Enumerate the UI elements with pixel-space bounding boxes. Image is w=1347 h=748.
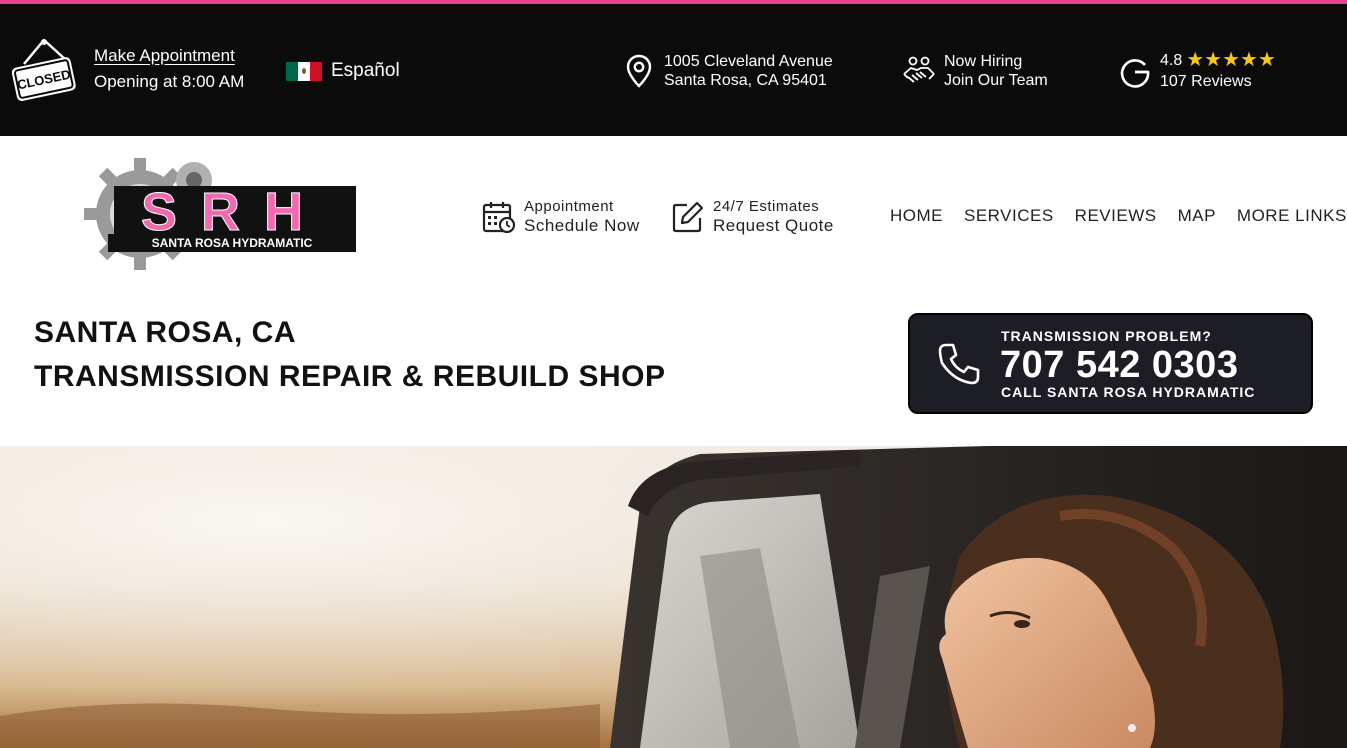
- handshake-icon: [903, 56, 935, 83]
- headline-location: SANTA ROSA, CA: [34, 316, 296, 349]
- srh-logo[interactable]: SRH SANTA ROSA HYDRAMATIC: [82, 158, 358, 270]
- opening-hours-text: Opening at 8:00 AM: [94, 72, 245, 91]
- mexico-flag-icon: [286, 61, 322, 81]
- hero-image: [0, 446, 1347, 748]
- quote-cta[interactable]: 24/7 Estimates Request Quote: [671, 198, 834, 236]
- closed-sign-icon: CLOSED: [11, 39, 76, 101]
- top-info-bar: CLOSED Make Appointment Opening at 8:00 …: [0, 4, 1347, 136]
- google-icon: [1120, 58, 1150, 88]
- edit-pencil-icon: [672, 201, 704, 233]
- hiring-line2: Join Our Team: [944, 72, 1048, 89]
- appointment-cta[interactable]: Appointment Schedule Now: [482, 198, 640, 236]
- quote-cta-small: 24/7 Estimates: [713, 198, 820, 215]
- headline-service: TRANSMISSION REPAIR & REBUILD SHOP: [34, 360, 666, 393]
- make-appointment-link[interactable]: Make Appointment: [94, 46, 244, 66]
- rating-value: 4.8: [1160, 51, 1183, 69]
- calendar-clock-icon: [482, 202, 516, 234]
- call-now-button[interactable]: TRANSMISSION PROBLEM? 707 542 0303 CALL …: [908, 313, 1313, 414]
- appointment-cta-small: Appointment: [524, 198, 614, 215]
- call-box-pre: TRANSMISSION PROBLEM?: [1001, 328, 1212, 344]
- menu-home[interactable]: HOME: [890, 206, 943, 226]
- reviews-block[interactable]: 4.8 ★★★★★ 107 Reviews: [1118, 50, 1276, 91]
- logo-tagline: SANTA ROSA HYDRAMATIC: [152, 236, 313, 250]
- review-count: 107 Reviews: [1160, 73, 1252, 90]
- hiring-block[interactable]: Now Hiring Join Our Team: [902, 52, 1048, 90]
- language-label: Español: [331, 60, 400, 81]
- hiring-line1: Now Hiring: [944, 53, 1023, 70]
- main-menu: HOME SERVICES REVIEWS MAP MORE LINKS: [890, 206, 1347, 226]
- phone-number: 707 542 0303: [1000, 344, 1239, 386]
- menu-more-links[interactable]: MORE LINKS: [1237, 206, 1347, 226]
- quote-cta-big: Request Quote: [713, 216, 834, 235]
- call-box-post: CALL SANTA ROSA HYDRAMATIC: [1001, 384, 1256, 400]
- hero-photo: [0, 446, 1347, 748]
- language-switch[interactable]: Español: [286, 60, 400, 82]
- menu-reviews[interactable]: REVIEWS: [1075, 206, 1157, 226]
- menu-map[interactable]: MAP: [1178, 206, 1216, 226]
- main-navbar: SRH SANTA ROSA HYDRAMATIC Appointment Sc…: [0, 136, 1347, 286]
- appointment-cta-big: Schedule Now: [524, 216, 640, 235]
- logo-letters: SRH: [141, 182, 327, 242]
- page-headline: SANTA ROSA, CA TRANSMISSION REPAIR & REB…: [34, 316, 666, 394]
- address-line1: 1005 Cleveland Avenue: [664, 53, 833, 70]
- menu-services[interactable]: SERVICES: [964, 206, 1054, 226]
- address-block[interactable]: 1005 Cleveland Avenue Santa Rosa, CA 954…: [626, 52, 833, 90]
- phone-icon: [938, 343, 980, 385]
- rating-stars: ★★★★★: [1186, 49, 1276, 71]
- address-line2: Santa Rosa, CA 95401: [664, 72, 827, 89]
- map-pin-icon: [626, 54, 652, 88]
